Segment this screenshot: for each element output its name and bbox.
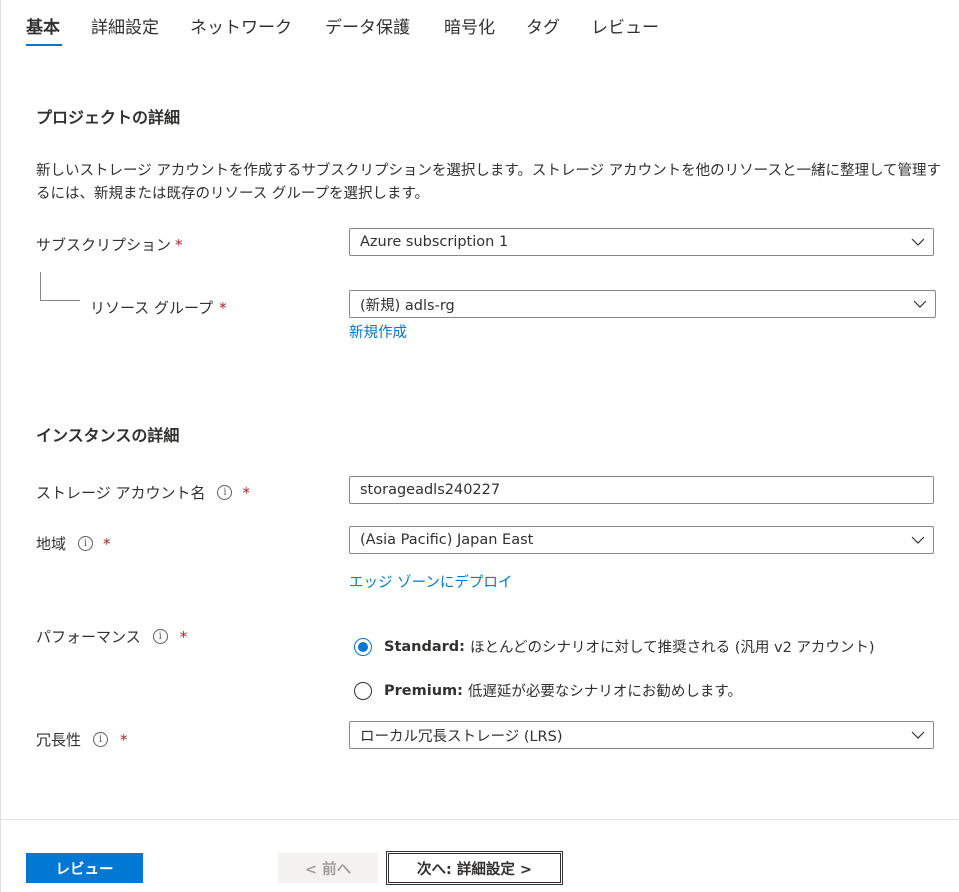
standard-option-name: Standard: xyxy=(384,638,465,655)
tab-data-protection[interactable]: データ保護 xyxy=(325,14,410,42)
storage-account-name-value: storageadls240227 xyxy=(360,482,501,498)
tab-tags[interactable]: タグ xyxy=(526,14,560,42)
chevron-down-icon xyxy=(913,300,927,308)
project-details-description: 新しいストレージ アカウントを作成するサブスクリプションを選択します。ストレージ… xyxy=(36,163,942,202)
next-advanced-button[interactable]: 次へ: 詳細設定 > xyxy=(386,851,563,885)
info-icon[interactable]: i xyxy=(93,732,109,747)
resource-group-select[interactable]: (新規) adls-rg xyxy=(349,290,936,318)
performance-label-text: パフォーマンス xyxy=(36,628,141,646)
chevron-down-icon xyxy=(911,238,925,246)
info-icon[interactable]: i xyxy=(152,629,168,644)
region-select-value: (Asia Pacific) Japan East xyxy=(360,532,534,548)
storage-account-name-label-text: ストレージ アカウント名 xyxy=(36,484,206,502)
region-label: 地域 i * xyxy=(36,533,111,554)
subscription-label-text: サブスクリプション xyxy=(36,236,172,254)
required-marker: * xyxy=(120,730,128,749)
performance-option-premium[interactable]: Premium: 低遅延が必要なシナリオにお勧めします。 xyxy=(354,680,742,701)
region-label-text: 地域 xyxy=(36,535,67,553)
subscription-select-value: Azure subscription 1 xyxy=(360,234,509,250)
storage-account-name-label: ストレージ アカウント名 i * xyxy=(36,482,250,503)
info-icon[interactable]: i xyxy=(217,485,233,500)
tab-basics[interactable]: 基本 xyxy=(26,14,60,42)
required-marker: * xyxy=(242,483,250,502)
tab-encryption[interactable]: 暗号化 xyxy=(444,14,495,42)
subscription-select[interactable]: Azure subscription 1 xyxy=(349,228,934,256)
active-tab-indicator xyxy=(26,44,62,46)
tab-advanced[interactable]: 詳細設定 xyxy=(91,14,159,42)
redundancy-select-value: ローカル冗長ストレージ (LRS) xyxy=(360,728,563,745)
premium-option-description: 低遅延が必要なシナリオにお勧めします。 xyxy=(467,684,742,700)
chevron-down-icon xyxy=(911,731,925,739)
required-marker: * xyxy=(179,627,188,646)
required-marker: * xyxy=(175,235,183,254)
subscription-label: サブスクリプション * xyxy=(36,234,183,255)
deploy-to-edge-zone-link[interactable]: エッジ ゾーンにデプロイ xyxy=(349,571,512,592)
standard-option-description: ほとんどのシナリオに対して推奨される (汎用 v2 アカウント) xyxy=(469,640,875,656)
tree-connector-vertical xyxy=(40,272,41,300)
tab-networking[interactable]: ネットワーク xyxy=(190,14,292,42)
redundancy-select[interactable]: ローカル冗長ストレージ (LRS) xyxy=(349,721,934,749)
region-select[interactable]: (Asia Pacific) Japan East xyxy=(349,526,934,554)
performance-label: パフォーマンス i * xyxy=(36,626,187,647)
required-marker: * xyxy=(219,298,227,317)
tab-review[interactable]: レビュー xyxy=(591,14,659,42)
review-button[interactable]: レビュー xyxy=(26,853,143,883)
storage-account-name-input[interactable]: storageadls240227 xyxy=(349,476,934,504)
redundancy-label: 冗長性 i * xyxy=(36,729,128,750)
redundancy-label-text: 冗長性 xyxy=(36,731,82,749)
resource-group-label: リソース グループ * xyxy=(90,297,227,318)
instance-details-title: インスタンスの詳細 xyxy=(36,426,180,445)
previous-button[interactable]: < 前へ xyxy=(278,853,378,883)
premium-option-name: Premium: xyxy=(384,682,463,699)
chevron-down-icon xyxy=(911,536,925,544)
storage-account-create-form: 基本 詳細設定 ネットワーク データ保護 暗号化 タグ レビュー プロジェクトの… xyxy=(0,0,959,892)
performance-option-standard[interactable]: Standard: ほとんどのシナリオに対して推奨される (汎用 v2 アカウン… xyxy=(354,636,875,657)
left-border xyxy=(0,0,1,892)
resource-group-label-text: リソース グループ xyxy=(90,299,214,317)
radio-unchecked[interactable] xyxy=(354,681,372,700)
create-new-resource-group-link[interactable]: 新規作成 xyxy=(349,321,407,342)
radio-checked[interactable] xyxy=(354,637,372,656)
info-icon[interactable]: i xyxy=(78,536,94,551)
tree-connector-horizontal xyxy=(40,300,80,301)
resource-group-select-value: (新規) adls-rg xyxy=(360,297,455,314)
footer-divider xyxy=(0,819,959,820)
project-details-title: プロジェクトの詳細 xyxy=(36,108,181,127)
required-marker: * xyxy=(103,534,111,553)
